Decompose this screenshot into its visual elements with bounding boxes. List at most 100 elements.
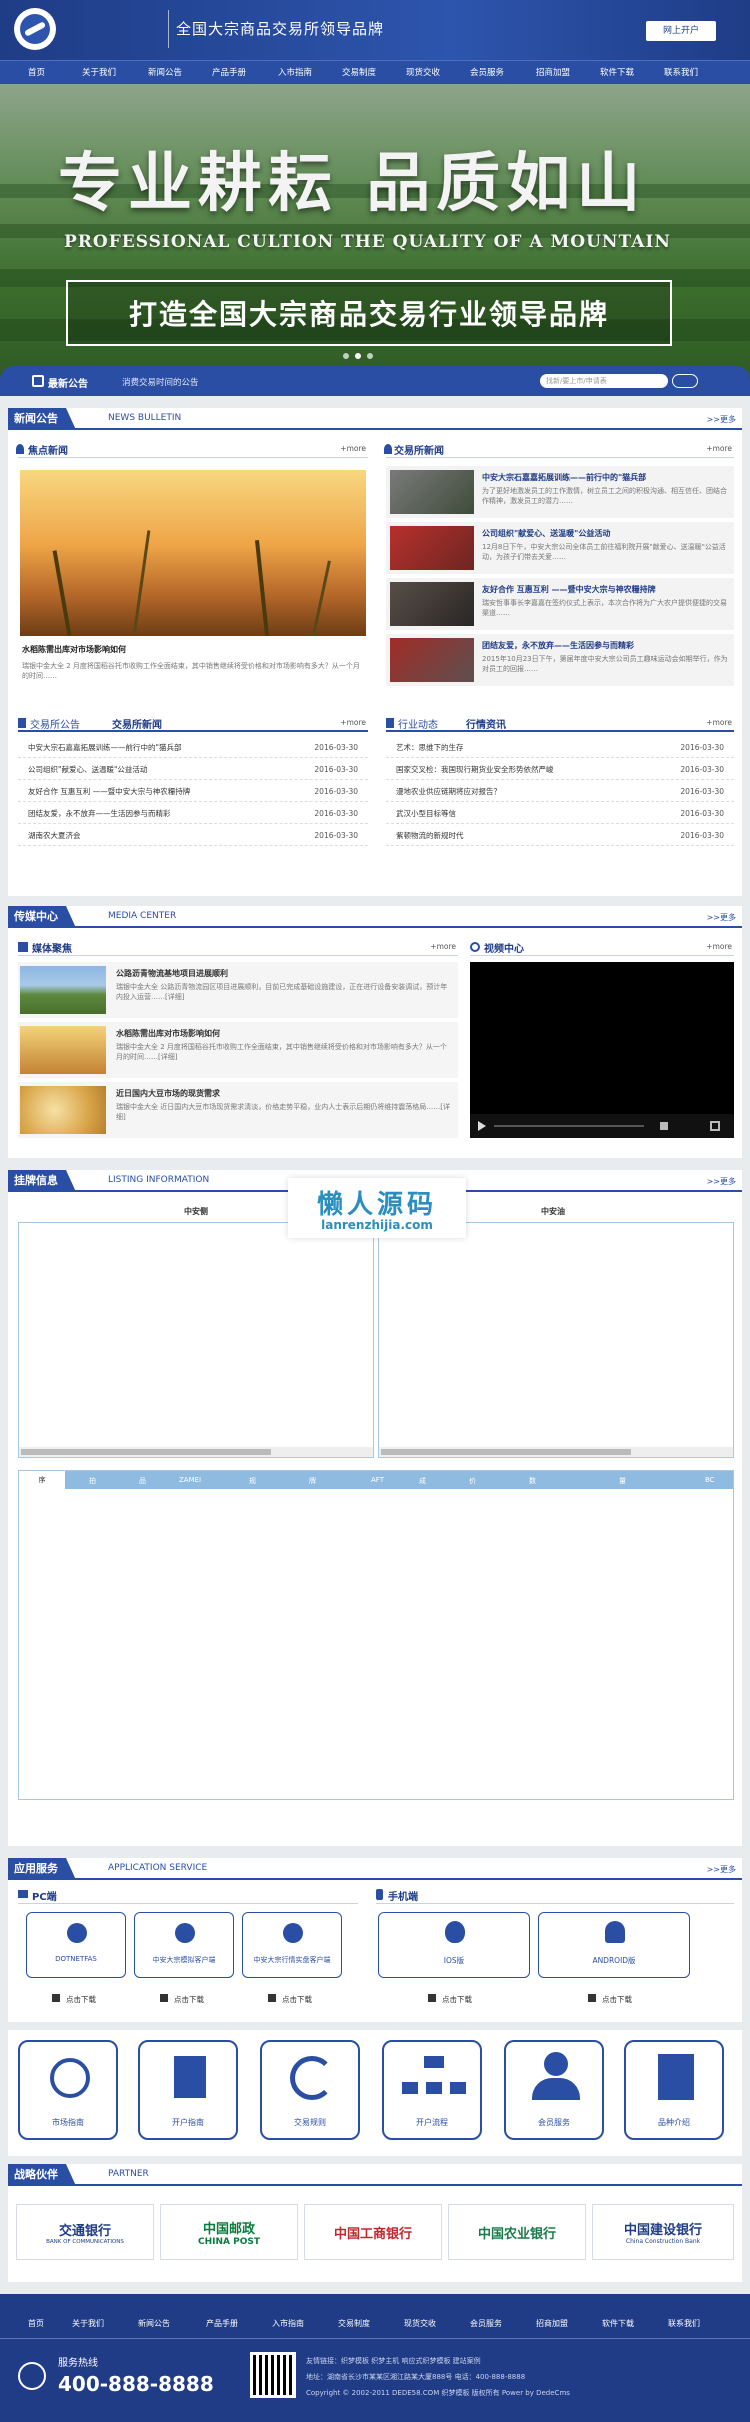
list-item[interactable]: 国家交叉检：我国现行期货业安全形势依然严峻 2016-03-30 — [386, 760, 734, 780]
footer-link[interactable]: 现货交收 — [404, 2318, 436, 2329]
pc-app-button[interactable]: 中安大宗行情实盘客户端 — [242, 1912, 342, 1978]
bank-logo-ccb[interactable]: 中国建设银行 China Construction Bank — [592, 2204, 734, 2260]
more-link[interactable]: +more — [706, 718, 732, 727]
announce-tab[interactable]: 交易所公告 — [30, 716, 80, 731]
exchange-news-item[interactable]: 公司组织"献爱心、送温暖"公益活动 12月8日下午，中安大宗公司全体员工前往福利… — [386, 522, 734, 574]
more-link[interactable]: >>更多 — [707, 1864, 736, 1875]
list-item[interactable]: 友好合作 互惠互利 ——暨中安大宗与神农糧持牌 2016-03-30 — [18, 782, 368, 802]
media-item[interactable]: 公路沥青物流基地项目进展顺利 瑞银中金大全 公路沥青物流园区项目进展顺利，目前已… — [18, 962, 458, 1018]
exchange-news-item[interactable]: 团结友爱，永不放弃——生活因参与而精彩 2015年10月23日下午，第届年度中安… — [386, 634, 734, 686]
listing-frame-left[interactable] — [18, 1222, 374, 1458]
nav-item[interactable]: 联系我们 — [664, 61, 698, 85]
footer-link[interactable]: 产品手册 — [206, 2318, 238, 2329]
nav-item[interactable]: 入市指南 — [278, 61, 312, 85]
footer-link[interactable]: 关于我们 — [72, 2318, 104, 2329]
industry-tab-active[interactable]: 行情资讯 — [466, 716, 506, 731]
nav-item[interactable]: 新闻公告 — [148, 61, 182, 85]
refresh-money-icon — [290, 2056, 334, 2100]
more-link[interactable]: >>更多 — [707, 912, 736, 923]
nav-item[interactable]: 产品手册 — [212, 61, 246, 85]
more-link[interactable]: +more — [340, 718, 366, 727]
footer-link[interactable]: 入市指南 — [272, 2318, 304, 2329]
focus-caption[interactable]: 水稻陈需出库对市场影响如何 瑞银中金大全 2 月度将国稻谷托市收购工作全面结束，… — [22, 644, 362, 681]
exchange-news-item[interactable]: 中安大宗石嘉嘉拓展训练——前行中的"猫兵部 为了更好地激发员工的工作激情，树立员… — [386, 466, 734, 518]
service-variety[interactable]: 品种介绍 — [624, 2040, 724, 2140]
announce-tab-active[interactable]: 交易所新闻 — [112, 716, 162, 731]
more-link[interactable]: +more — [430, 942, 456, 951]
search-button[interactable] — [672, 374, 698, 388]
listing-frame-right[interactable] — [378, 1222, 734, 1458]
download-link[interactable]: 点击下载 — [588, 1994, 632, 2005]
exchange-news-item[interactable]: 友好合作 互惠互利 ——暨中安大宗与神农糧持牌 瑞安哲事事长李嘉嘉在签约仪式上表… — [386, 578, 734, 630]
footer-link[interactable]: 联系我们 — [668, 2318, 700, 2329]
download-link[interactable]: 点击下载 — [428, 1994, 472, 2005]
bank-logo-icbc[interactable]: 中国工商银行 — [304, 2204, 442, 2260]
more-link[interactable]: >>更多 — [707, 414, 736, 425]
list-item[interactable]: 中安大宗石嘉嘉拓展训练——前行中的"猫兵部 2016-03-30 — [18, 738, 368, 758]
pc-app-button[interactable]: DOTNETFAS — [26, 1912, 126, 1978]
industry-tab[interactable]: 行业动态 — [398, 716, 438, 731]
download-link[interactable]: 点击下载 — [52, 1994, 96, 2005]
progress-bar[interactable] — [494, 1125, 644, 1127]
scrollbar[interactable] — [19, 1447, 373, 1457]
open-account-button[interactable]: 网上开户 — [646, 21, 716, 41]
nav-item[interactable]: 现货交收 — [406, 61, 440, 85]
list-item[interactable]: 紫顿物流的新规时代 2016-03-30 — [386, 826, 734, 846]
bank-logo-bocom[interactable]: 交通银行 BANK OF COMMUNICATIONS — [16, 2204, 154, 2260]
more-link[interactable]: +more — [706, 444, 732, 453]
footer-link[interactable]: 招商加盟 — [536, 2318, 568, 2329]
more-link[interactable]: +more — [706, 942, 732, 951]
video-header: 视频中心 +more — [470, 938, 734, 956]
play-icon — [470, 942, 480, 952]
nav-item[interactable]: 交易制度 — [342, 61, 376, 85]
download-link[interactable]: 点击下载 — [160, 1994, 204, 2005]
notice-text[interactable]: 消费交易时间的公告 — [122, 376, 199, 388]
video-controls[interactable] — [470, 1114, 734, 1138]
media-item[interactable]: 水稻陈需出库对市场影响如何 瑞银中金大全 2 月度将国稻谷托市收购工作全面结束，… — [18, 1022, 458, 1078]
service-trade-rules[interactable]: 交易规则 — [260, 2040, 360, 2140]
android-app-button[interactable]: ANDROID版 — [538, 1912, 690, 1978]
volume-icon[interactable] — [660, 1122, 668, 1130]
nav-item[interactable]: 招商加盟 — [536, 61, 570, 85]
service-market-guide[interactable]: 市场指南 — [18, 2040, 118, 2140]
table-header-cell: 数 — [529, 1477, 536, 1485]
search-input[interactable]: 找新/要上市/申请表 — [540, 374, 668, 388]
list-item[interactable]: 团结友爱，永不放弃——生活因参与而精彩 2016-03-30 — [18, 804, 368, 824]
list-item[interactable]: 武汉小型目标等信 2016-03-30 — [386, 804, 734, 824]
document-icon — [174, 2056, 206, 2098]
bank-logo-chinapost[interactable]: 中国邮政 CHINA POST — [160, 2204, 298, 2260]
service-account-flow[interactable]: 开户流程 — [382, 2040, 482, 2140]
fullscreen-icon[interactable] — [710, 1121, 720, 1131]
nav-item[interactable]: 首页 — [28, 61, 45, 85]
scrollbar[interactable] — [379, 1447, 733, 1457]
table-header-cell: BC — [705, 1476, 715, 1484]
footer-link[interactable]: 新闻公告 — [138, 2318, 170, 2329]
footer-link[interactable]: 首页 — [28, 2318, 44, 2329]
list-item[interactable]: 湖南农大夏济会 2016-03-30 — [18, 826, 368, 846]
service-member[interactable]: 会员服务 — [504, 2040, 604, 2140]
play-icon[interactable] — [478, 1121, 486, 1131]
ios-app-button[interactable]: IOS版 — [378, 1912, 530, 1978]
bank-logo-abc[interactable]: 中国农业银行 — [448, 2204, 586, 2260]
more-link[interactable]: +more — [340, 444, 366, 453]
nav-item[interactable]: 软件下载 — [600, 61, 634, 85]
list-item[interactable]: 漫地农业供应链期将应对报告？ 2016-03-30 — [386, 782, 734, 802]
slider-dots[interactable] — [340, 352, 376, 361]
nav-item[interactable]: 会员服务 — [470, 61, 504, 85]
list-item[interactable]: 艺术：思维下的生存 2016-03-30 — [386, 738, 734, 758]
media-item[interactable]: 近日国内大豆市场的现货需求 瑞银中金大全 近日国内大豆市场现货需求清淡，价格走势… — [18, 1082, 458, 1138]
logo[interactable] — [14, 8, 56, 50]
download-link[interactable]: 点击下载 — [268, 1994, 312, 2005]
footer: 首页 关于我们 新闻公告 产品手册 入市指南 交易制度 现货交收 会员服务 招商… — [0, 2294, 750, 2422]
more-link[interactable]: >>更多 — [707, 1176, 736, 1187]
section-title: 战略伙伴 — [8, 2164, 76, 2186]
pc-app-button[interactable]: 中安大宗模拟客户端 — [134, 1912, 234, 1978]
footer-link[interactable]: 交易制度 — [338, 2318, 370, 2329]
footer-link[interactable]: 软件下载 — [602, 2318, 634, 2329]
video-player[interactable] — [470, 962, 734, 1138]
service-account-guide[interactable]: 开户指南 — [138, 2040, 238, 2140]
nav-item[interactable]: 关于我们 — [82, 61, 116, 85]
focus-image[interactable] — [20, 470, 366, 636]
list-item[interactable]: 公司组织"献爱心、送温暖"公益活动 2016-03-30 — [18, 760, 368, 780]
footer-link[interactable]: 会员服务 — [470, 2318, 502, 2329]
